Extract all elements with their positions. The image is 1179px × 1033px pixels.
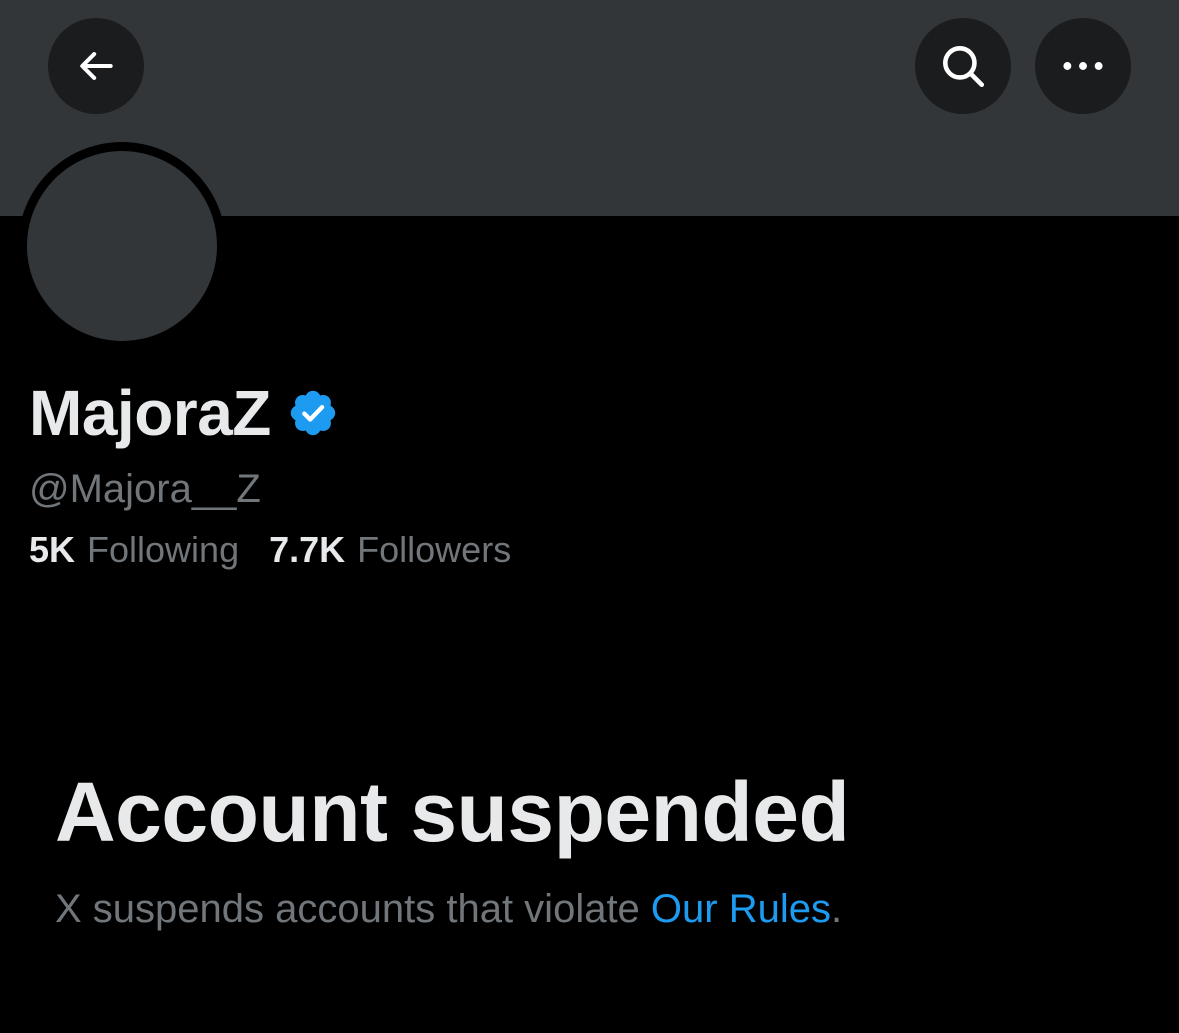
- suspension-description-period: .: [830, 887, 843, 931]
- verified-badge-icon[interactable]: [287, 387, 339, 439]
- display-name-row: MajoraZ: [29, 378, 339, 448]
- profile-page: MajoraZ @Majora__Z 5K Following 7.7K Fol…: [0, 0, 1179, 1033]
- followers-link[interactable]: 7.7K Followers: [269, 527, 511, 573]
- handle: @Majora__Z: [29, 467, 261, 511]
- follow-stats: 5K Following 7.7K Followers: [29, 527, 511, 573]
- following-count: 5K: [29, 529, 76, 570]
- following-link[interactable]: 5K Following: [29, 527, 239, 573]
- following-label: Following: [87, 529, 240, 570]
- suspension-description-text: X suspends accounts that violate: [55, 887, 651, 931]
- arrow-left-icon: [80, 52, 113, 80]
- search-icon: [943, 46, 985, 88]
- display-name: MajoraZ: [29, 377, 271, 449]
- search-button[interactable]: [915, 18, 1011, 114]
- suspension-title: Account suspended: [55, 765, 850, 859]
- more-horizontal-icon: [1063, 62, 1103, 70]
- our-rules-link[interactable]: Our Rules: [651, 887, 831, 931]
- suspension-description: X suspends accounts that violate Our Rul…: [55, 883, 842, 935]
- more-options-button[interactable]: [1035, 18, 1131, 114]
- followers-count: 7.7K: [269, 529, 346, 570]
- avatar[interactable]: [27, 151, 217, 341]
- back-button[interactable]: [48, 18, 144, 114]
- followers-label: Followers: [357, 529, 512, 570]
- avatar-ring: [18, 142, 226, 350]
